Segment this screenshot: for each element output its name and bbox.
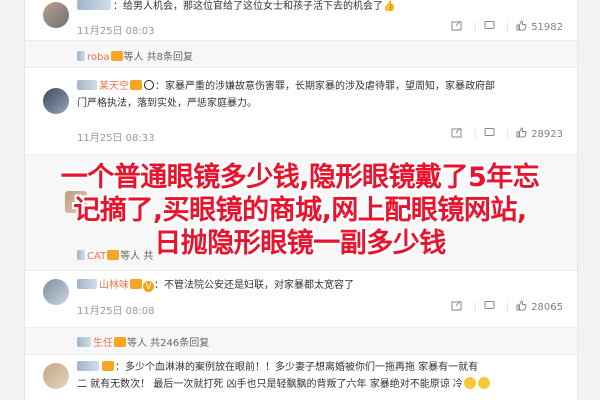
emoji-icon bbox=[463, 377, 476, 389]
reply-summary-text: roba 等人 共8条回复 bbox=[77, 48, 193, 63]
comment-item: ：给男人机会，那这位官给了这位女士和孩子活下去的机会了👍 11月25日 08:0… bbox=[25, 0, 577, 41]
like-icon[interactable] bbox=[516, 300, 527, 314]
comment-icon[interactable] bbox=[484, 127, 495, 141]
reply-summary[interactable]: 生任 等人 共246条回复 bbox=[25, 328, 577, 355]
comment-time: 11月25日 08:03 bbox=[77, 26, 155, 37]
comment-body: 二 就有无数次！ 最后一次就打死 凶手也只是轻飘飘的背叛了六年 家暴绝对不能原谅… bbox=[77, 379, 463, 390]
share-icon[interactable] bbox=[451, 127, 462, 141]
comment-icon[interactable] bbox=[484, 300, 495, 314]
comment-username[interactable]: 某天空 bbox=[99, 81, 129, 92]
username-redacted[interactable] bbox=[77, 80, 97, 90]
panda-icon bbox=[144, 80, 154, 90]
comment-item: ：多少个血淋淋的案例放在眼前！！多少妻子想离婚被你们一拖再拖 家暴有一就有 二 … bbox=[25, 355, 577, 400]
username-redacted[interactable] bbox=[77, 337, 91, 347]
comment-body: ：家暴严重的涉嫌故意伤害罪，长期家暴的涉及虐待罪，望周知，家暴政府部 bbox=[155, 81, 495, 92]
comment-body: ：多少个血淋淋的案例放在眼前！！多少妻子想离婚被你们一拖再拖 家暴有一就有 bbox=[115, 362, 479, 373]
comment-actions: | | 28923 bbox=[451, 127, 563, 141]
avatar[interactable] bbox=[43, 88, 69, 114]
emoji-icon bbox=[477, 377, 490, 389]
reply-count[interactable]: 等人 共246条回复 bbox=[127, 338, 209, 349]
like-icon[interactable] bbox=[516, 20, 527, 34]
comment-icon[interactable] bbox=[484, 20, 495, 34]
vip-icon bbox=[130, 80, 142, 90]
username-redacted[interactable] bbox=[77, 279, 97, 289]
comment-text: ：给男人机会，那这位官给了这位女士和孩子活下去的机会了👍 bbox=[77, 0, 563, 15]
comment-body: ：不管法院公安还是妇联，对家暴都太宽容了 bbox=[154, 280, 354, 291]
comment-body: 门严格执法，落到实处，严惩家庭暴力。 bbox=[77, 98, 257, 109]
verified-icon: V bbox=[143, 281, 154, 292]
avatar[interactable] bbox=[43, 2, 69, 28]
comment-item: 某天空 ：家暴严重的涉嫌故意伤害罪，长期家暴的涉及虐待罪，望周知，家暴政府部 门严… bbox=[25, 68, 577, 155]
vip-icon bbox=[102, 361, 114, 371]
comment-actions: | | 51982 bbox=[451, 20, 563, 34]
reply-username[interactable]: 生任 bbox=[93, 338, 113, 349]
share-icon[interactable] bbox=[451, 300, 462, 314]
comment-text: 某天空 ：家暴严重的涉嫌故意伤害罪，长期家暴的涉及虐待罪，望周知，家暴政府部 门严… bbox=[77, 78, 563, 112]
reply-summary[interactable]: roba 等人 共8条回复 bbox=[25, 41, 577, 68]
overlay-caption: 一个普通眼镜多少钱,隐形眼镜戴了5年忘 记摘了,买眼镜的商城,网上配眼镜网站, … bbox=[0, 150, 600, 260]
vip-icon bbox=[130, 279, 142, 289]
comment-time: 11月25日 08:33 bbox=[77, 133, 155, 144]
comment-text: 山林味 V ：不管法院公安还是妇联，对家暴都太宽容了 bbox=[77, 277, 563, 294]
vip-icon bbox=[110, 51, 123, 61]
reply-username[interactable]: roba bbox=[87, 52, 110, 63]
username-redacted[interactable] bbox=[77, 361, 99, 371]
reply-count[interactable]: 等人 共8条回复 bbox=[124, 52, 194, 63]
comment-item: 山林味 V ：不管法院公安还是妇联，对家暴都太宽容了 11月25日 08:08 | … bbox=[25, 271, 577, 328]
username-redacted[interactable] bbox=[77, 0, 111, 10]
avatar[interactable] bbox=[43, 279, 69, 305]
reply-summary-text: 生任 等人 共246条回复 bbox=[77, 334, 209, 349]
like-count: 28065 bbox=[531, 301, 563, 313]
username-redacted[interactable] bbox=[77, 51, 85, 61]
comment-actions: | | 28065 bbox=[451, 300, 563, 314]
like-count: 28923 bbox=[531, 128, 563, 140]
overlay-caption-line: 日抛隐形眼镜一副多少钱 bbox=[154, 228, 446, 259]
screenshot-frame: ：给男人机会，那这位官给了这位女士和孩子活下去的机会了👍 11月25日 08:0… bbox=[0, 0, 600, 400]
like-icon[interactable] bbox=[516, 127, 527, 141]
comment-body: ：给男人机会，那这位官给了这位女士和孩子活下去的机会了👍 bbox=[113, 1, 396, 12]
comment-username[interactable]: 山林味 bbox=[99, 280, 129, 291]
comment-text: ：多少个血淋淋的案例放在眼前！！多少妻子想离婚被你们一拖再拖 家暴有一就有 二 … bbox=[77, 359, 563, 393]
vip-icon bbox=[114, 337, 126, 347]
share-icon[interactable] bbox=[451, 20, 462, 34]
avatar[interactable] bbox=[43, 363, 69, 389]
like-count: 51982 bbox=[531, 21, 563, 33]
comment-time: 11月25日 08:08 bbox=[77, 306, 155, 317]
